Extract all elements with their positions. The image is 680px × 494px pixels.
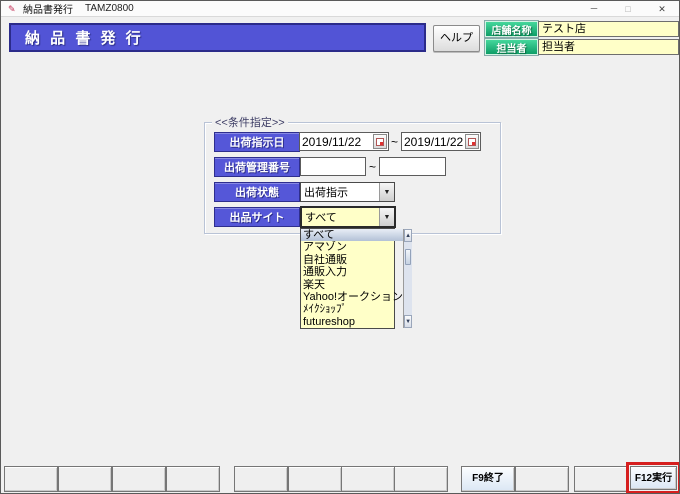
ship-date-to-field[interactable]: 2019/11/22 <box>401 132 481 151</box>
ship-date-from-value: 2019/11/22 <box>302 134 362 149</box>
fkey-button-blank-4[interactable] <box>166 466 220 492</box>
fkey-button-blank-8[interactable] <box>394 466 448 492</box>
mgmt-no-tilde: ~ <box>369 160 377 174</box>
list-item[interactable]: 自社通販 <box>301 254 403 266</box>
window-code: TAMZ0800 <box>85 3 134 14</box>
list-item[interactable]: 通販入力 <box>301 266 403 278</box>
mgmt-no-to-input[interactable] <box>379 157 446 176</box>
app-window: ✎ 納品書発行 TAMZ0800 － □ ✕ 納 品 書 発 行 ヘルプ 店舗名… <box>0 0 680 494</box>
f12-execute-button[interactable]: F12実行 <box>630 466 677 490</box>
mgmt-no-from-input[interactable] <box>300 157 366 176</box>
dropdown-items: すべて アマゾン 自社通販 通販入力 楽天 Yahoo!オークション ﾒｲｸｼｮ… <box>301 229 404 328</box>
list-item[interactable]: ﾒｲｸｼｮｯﾌﾟ <box>301 303 403 315</box>
date-range-tilde: ~ <box>391 135 399 149</box>
calendar-button-to[interactable] <box>465 134 479 149</box>
ship-status-label: 出荷状態 <box>214 182 300 202</box>
f12-highlight-frame: F12実行 <box>626 462 679 493</box>
fkey-button-blank-2[interactable] <box>58 466 112 492</box>
calendar-button-from[interactable] <box>373 134 387 149</box>
listing-site-label: 出品サイト <box>214 207 300 227</box>
dropdown-scrollbar[interactable]: ▲ ▼ <box>403 229 413 328</box>
listing-site-dropdown-button[interactable]: ▼ <box>379 208 394 226</box>
fkey-button-blank-7[interactable] <box>341 466 395 492</box>
fkey-button-blank-5[interactable] <box>234 466 288 492</box>
ship-status-value: 出荷指示 <box>304 187 348 199</box>
chevron-down-icon: ▼ <box>383 213 391 221</box>
page-title: 納 品 書 発 行 <box>9 23 426 52</box>
list-item[interactable]: 楽天 <box>301 279 403 291</box>
scroll-down-icon[interactable]: ▼ <box>404 315 413 328</box>
ship-date-label: 出荷指示日 <box>214 132 300 152</box>
title-bar: ✎ 納品書発行 TAMZ0800 － □ ✕ <box>1 1 679 17</box>
close-icon[interactable]: ✕ <box>645 1 679 16</box>
minimize-icon[interactable]: － <box>577 1 611 16</box>
list-item[interactable]: アマゾン <box>301 241 403 253</box>
store-name-label: 店舗名称 <box>485 21 538 37</box>
scrollbar-thumb[interactable] <box>405 249 412 265</box>
listing-site-value: すべて <box>302 208 379 226</box>
ship-status-combo[interactable]: 出荷指示 ▼ <box>300 182 395 202</box>
chevron-down-icon: ▼ <box>383 188 391 196</box>
fkey-button-blank-6[interactable] <box>288 466 342 492</box>
app-icon: ✎ <box>8 3 16 14</box>
staff-label: 担当者 <box>485 39 538 55</box>
list-item[interactable]: Yahoo!オークション <box>301 291 403 303</box>
maximize-icon[interactable]: □ <box>611 1 645 16</box>
fkey-button-blank-10[interactable] <box>515 466 569 492</box>
scroll-up-icon[interactable]: ▲ <box>404 229 413 242</box>
list-item[interactable]: すべて <box>301 229 404 242</box>
listing-site-dropdown-list: すべて アマゾン 自社通販 通販入力 楽天 Yahoo!オークション ﾒｲｸｼｮ… <box>300 228 413 329</box>
help-button[interactable]: ヘルプ <box>433 25 480 52</box>
ship-status-dropdown-button[interactable]: ▼ <box>379 183 394 201</box>
ship-date-to-value: 2019/11/22 <box>404 134 464 149</box>
staff-value: 担当者 <box>538 39 679 55</box>
fkey-button-blank-1[interactable] <box>4 466 58 492</box>
condition-legend: <<条件指定>> <box>212 114 288 130</box>
fkey-button-blank-3[interactable] <box>112 466 166 492</box>
list-item[interactable]: futureshop <box>301 316 403 328</box>
calendar-icon <box>376 137 384 146</box>
ship-date-from-field[interactable]: 2019/11/22 <box>299 132 389 151</box>
calendar-icon <box>468 137 476 146</box>
fkey-button-blank-11[interactable] <box>574 466 628 492</box>
listing-site-combo[interactable]: すべて ▼ <box>300 206 396 228</box>
mgmt-no-label: 出荷管理番号 <box>214 157 300 177</box>
store-name-value: テスト店 <box>538 21 679 37</box>
window-title: 納品書発行 <box>23 5 73 16</box>
f9-exit-button[interactable]: F9終了 <box>461 466 515 492</box>
window-controls: － □ ✕ <box>577 1 679 16</box>
